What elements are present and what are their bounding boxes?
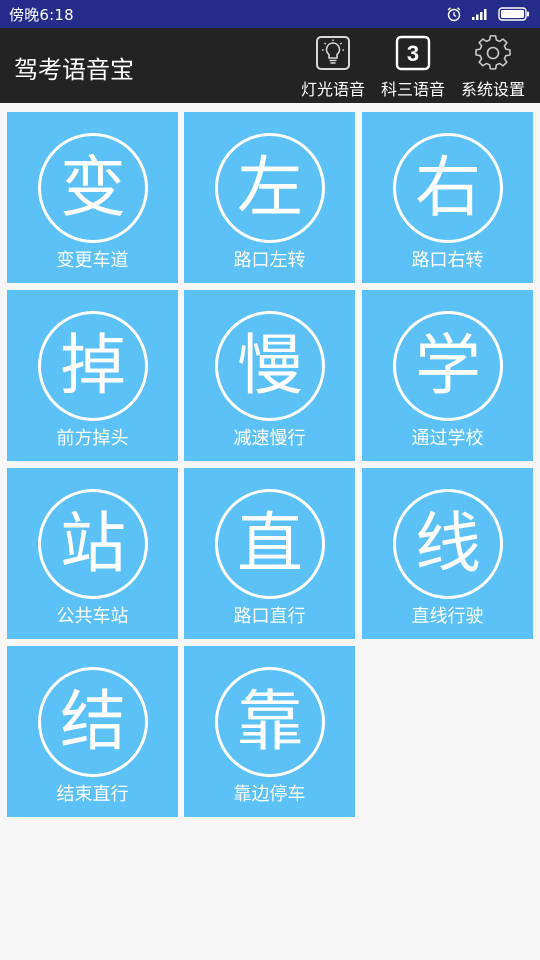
course-three-voice-button[interactable]: 3 科三语音	[378, 34, 448, 100]
status-bar: 傍晚6:18	[0, 0, 540, 28]
tile-label: 前方掉头	[56, 428, 129, 449]
app-title: 驾考语音宝	[14, 56, 134, 84]
signal-icon	[471, 7, 489, 21]
tile-glyph: 右	[393, 133, 503, 243]
system-settings-button[interactable]: 系统设置	[458, 34, 528, 100]
bulb-icon	[314, 34, 352, 72]
tile-glyph: 站	[38, 489, 148, 599]
tile-label: 路口直行	[233, 606, 306, 627]
tile-label: 公共车站	[56, 606, 129, 627]
tile-straight-line-driving[interactable]: 线 直线行驶	[362, 468, 533, 639]
tile-glyph: 左	[215, 133, 325, 243]
tile-label: 结束直行	[56, 784, 129, 805]
tile-slow-down[interactable]: 慢 减速慢行	[184, 290, 355, 461]
tile-bus-stop[interactable]: 站 公共车站	[7, 468, 178, 639]
tile-glyph: 掉	[38, 311, 148, 421]
status-icons	[446, 6, 530, 22]
tile-change-lane[interactable]: 变 变更车道	[7, 112, 178, 283]
tile-end-straight[interactable]: 结 结束直行	[7, 646, 178, 817]
tile-glyph: 靠	[215, 667, 325, 777]
status-time: 傍晚6:18	[9, 5, 74, 24]
tile-go-straight-intersection[interactable]: 直 路口直行	[184, 468, 355, 639]
course-three-icon: 3	[394, 34, 432, 72]
light-voice-button[interactable]: 灯光语音	[299, 34, 367, 100]
alarm-icon	[446, 6, 462, 22]
tile-glyph: 学	[393, 311, 503, 421]
tile-label: 靠边停车	[233, 784, 306, 805]
system-settings-label: 系统设置	[460, 80, 525, 99]
light-voice-label: 灯光语音	[300, 80, 365, 99]
tile-u-turn[interactable]: 掉 前方掉头	[7, 290, 178, 461]
course-three-badge: 3	[407, 41, 419, 66]
tile-glyph: 慢	[215, 311, 325, 421]
tile-glyph: 线	[393, 489, 503, 599]
tile-glyph: 结	[38, 667, 148, 777]
tile-glyph: 变	[38, 133, 148, 243]
tile-label: 直线行驶	[411, 606, 484, 627]
tile-label: 变更车道	[56, 250, 129, 271]
battery-icon	[498, 7, 530, 21]
tile-label: 减速慢行	[233, 428, 306, 449]
tile-label: 通过学校	[411, 428, 484, 449]
tile-pass-school[interactable]: 学 通过学校	[362, 290, 533, 461]
tile-label: 路口左转	[233, 250, 306, 271]
app-bar: 驾考语音宝 灯光语音 3 科三语音 系统设置	[0, 28, 540, 103]
course-three-voice-label: 科三语音	[380, 80, 445, 99]
tile-turn-right[interactable]: 右 路口右转	[362, 112, 533, 283]
tile-glyph: 直	[215, 489, 325, 599]
tile-turn-left[interactable]: 左 路口左转	[184, 112, 355, 283]
tile-pull-over[interactable]: 靠 靠边停车	[184, 646, 355, 817]
tile-label: 路口右转	[411, 250, 484, 271]
gear-icon	[474, 34, 512, 72]
